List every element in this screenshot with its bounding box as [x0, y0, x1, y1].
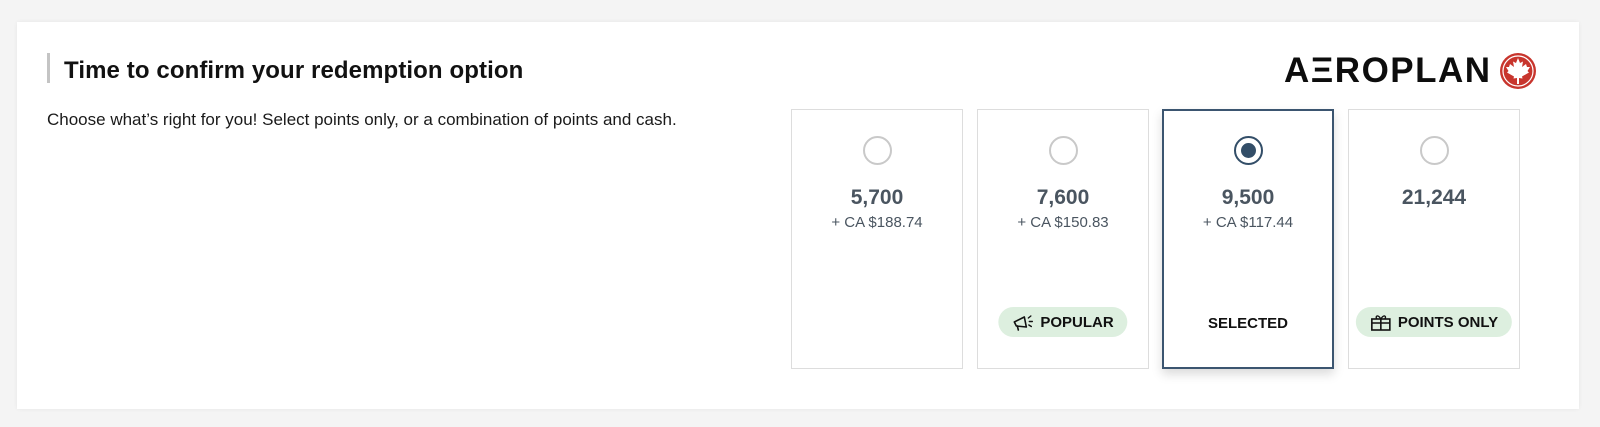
option-cash: + CA $117.44 — [1202, 214, 1294, 231]
aeroplan-logo: AΞROPLAN — [1284, 50, 1538, 92]
selected-status-label: SELECTED — [1207, 315, 1288, 332]
option-radio[interactable] — [1420, 136, 1449, 165]
maple-leaf-icon — [1499, 53, 1536, 89]
option-points: 7,600 — [1036, 186, 1090, 209]
option-radio-selected[interactable] — [1234, 136, 1263, 165]
option-cash: + CA $188.74 — [831, 214, 923, 231]
redemption-panel: Time to confirm your redemption option C… — [17, 22, 1579, 409]
option-radio[interactable] — [1049, 136, 1078, 165]
title-accent-bar — [47, 53, 50, 83]
logo-text: AΞROPLAN — [1284, 51, 1492, 90]
page-title: Time to confirm your redemption option — [64, 57, 524, 84]
redemption-option-1[interactable]: 5,700 + CA $188.74 — [791, 109, 963, 369]
redemption-option-3[interactable]: 9,500 + CA $117.44 SELECTED — [1162, 109, 1334, 369]
page-subtitle: Choose what’s right for you! Select poin… — [47, 110, 677, 129]
option-points: 9,500 — [1221, 186, 1275, 209]
popular-badge: POPULAR — [998, 307, 1128, 337]
megaphone-icon — [1013, 315, 1034, 331]
option-points: 21,244 — [1401, 186, 1467, 209]
badge-label: POINTS ONLY — [1397, 313, 1499, 331]
redemption-option-2[interactable]: 7,600 + CA $150.83 POPULAR — [977, 109, 1149, 369]
option-cash: + CA $150.83 — [1017, 214, 1109, 231]
option-points: 5,700 — [850, 186, 904, 209]
badge-label: POPULAR — [1040, 313, 1114, 331]
points-only-badge: POINTS ONLY — [1355, 307, 1513, 337]
option-radio[interactable] — [863, 136, 892, 165]
redemption-option-4[interactable]: 21,244 POINTS ONLY — [1348, 109, 1520, 369]
gift-icon — [1371, 315, 1391, 331]
